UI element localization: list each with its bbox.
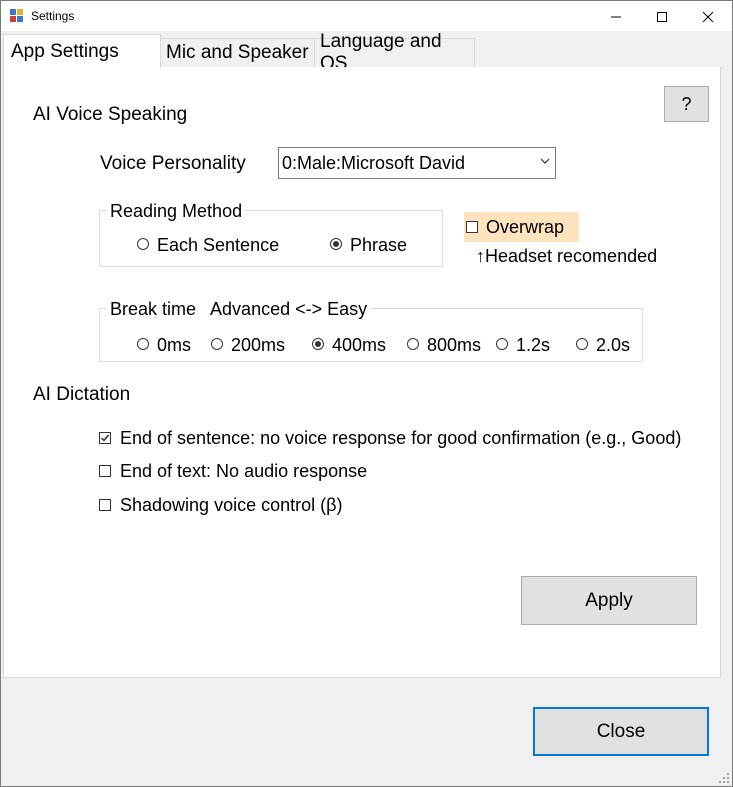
break-time-title: Break time Advanced <-> Easy	[107, 299, 371, 320]
maximize-icon	[657, 11, 667, 22]
reading-method-title: Reading Method	[107, 201, 246, 222]
tab-mic-and-speaker[interactable]: Mic and Speaker	[160, 38, 315, 67]
help-button-label: ?	[681, 93, 692, 114]
each-sentence-radio[interactable]	[137, 238, 149, 250]
dictation-heading: AI Dictation	[33, 384, 131, 405]
break-400ms-label[interactable]: 400ms	[332, 335, 386, 356]
overwrap-label[interactable]: Overwrap	[486, 217, 564, 238]
tab-label: Mic and Speaker	[166, 42, 309, 63]
tab-language-and-os[interactable]: Language and OS	[314, 31, 475, 74]
apply-button-label: Apply	[585, 589, 633, 611]
end-of-text-checkbox[interactable]	[99, 465, 111, 477]
end-of-sentence-label[interactable]: End of sentence: no voice response for g…	[120, 428, 681, 449]
break-0ms-radio[interactable]	[137, 338, 149, 350]
break-2-0s-radio[interactable]	[576, 338, 588, 350]
break-200ms-label[interactable]: 200ms	[231, 335, 285, 356]
checkmark-icon	[101, 434, 110, 442]
close-icon	[702, 11, 714, 22]
phrase-radio[interactable]	[330, 238, 342, 250]
voice-speaking-heading: AI Voice Speaking	[33, 104, 188, 125]
close-window-button[interactable]	[685, 2, 731, 31]
window-title: Settings	[31, 9, 75, 23]
break-0ms-label[interactable]: 0ms	[157, 335, 191, 356]
voice-personality-dropdown[interactable]: 0:Male:Microsoft David	[278, 147, 556, 179]
break-200ms-radio[interactable]	[211, 338, 223, 350]
break-400ms-radio[interactable]	[312, 338, 324, 350]
close-button-label: Close	[596, 720, 646, 742]
break-1-2s-radio[interactable]	[496, 338, 508, 350]
minimize-button[interactable]	[593, 2, 639, 31]
phrase-label[interactable]: Phrase	[350, 235, 407, 256]
each-sentence-label[interactable]: Each Sentence	[157, 235, 279, 256]
end-of-sentence-checkbox[interactable]	[99, 432, 111, 444]
resize-grip-icon[interactable]	[718, 772, 730, 784]
apply-button[interactable]: Apply	[521, 576, 697, 625]
chevron-down-icon	[540, 158, 550, 164]
close-button[interactable]: Close	[533, 707, 709, 756]
break-2-0s-label[interactable]: 2.0s	[596, 335, 630, 356]
tab-label: App Settings	[11, 40, 119, 62]
break-1-2s-label[interactable]: 1.2s	[516, 335, 550, 356]
headset-note: ↑Headset recomended	[476, 246, 658, 266]
end-of-text-label[interactable]: End of text: No audio response	[120, 461, 367, 482]
break-800ms-label[interactable]: 800ms	[427, 335, 481, 356]
minimize-icon	[611, 16, 621, 17]
help-button[interactable]: ?	[664, 86, 709, 122]
tab-app-settings[interactable]: App Settings	[3, 34, 161, 68]
title-bar: Settings	[1, 1, 732, 31]
break-800ms-radio[interactable]	[407, 338, 419, 350]
voice-personality-value: 0:Male:Microsoft David	[282, 153, 466, 173]
maximize-button[interactable]	[639, 2, 685, 31]
shadowing-checkbox[interactable]	[99, 499, 111, 511]
app-icon	[10, 9, 23, 22]
voice-personality-label: Voice Personality	[100, 153, 246, 174]
shadowing-label[interactable]: Shadowing voice control (β)	[120, 495, 342, 516]
overwrap-checkbox[interactable]	[466, 221, 478, 233]
